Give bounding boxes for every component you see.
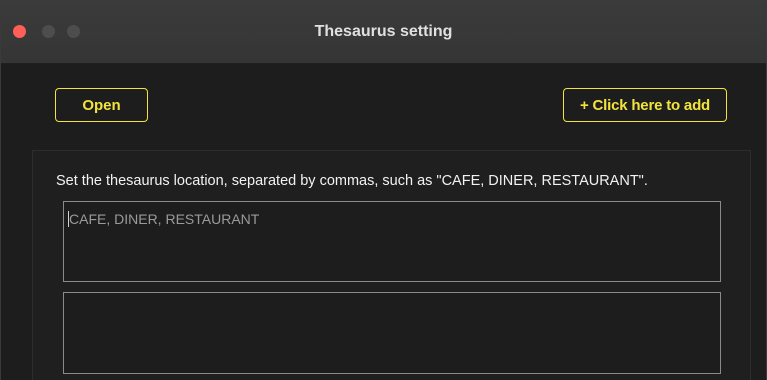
window-title: Thesaurus setting (314, 23, 453, 40)
open-button[interactable]: Open (55, 88, 148, 122)
title-bar: Thesaurus setting (1, 0, 766, 63)
thesaurus-input-2[interactable] (63, 292, 721, 374)
add-button[interactable]: + Click here to add (563, 88, 727, 122)
instruction-text: Set the thesaurus location, separated by… (56, 173, 648, 189)
thesaurus-input-1[interactable]: CAFE, DINER, RESTAURANT (63, 201, 721, 282)
thesaurus-window: Thesaurus setting Open + Click here to a… (0, 0, 767, 380)
thesaurus-input-1-placeholder: CAFE, DINER, RESTAURANT (69, 211, 260, 227)
